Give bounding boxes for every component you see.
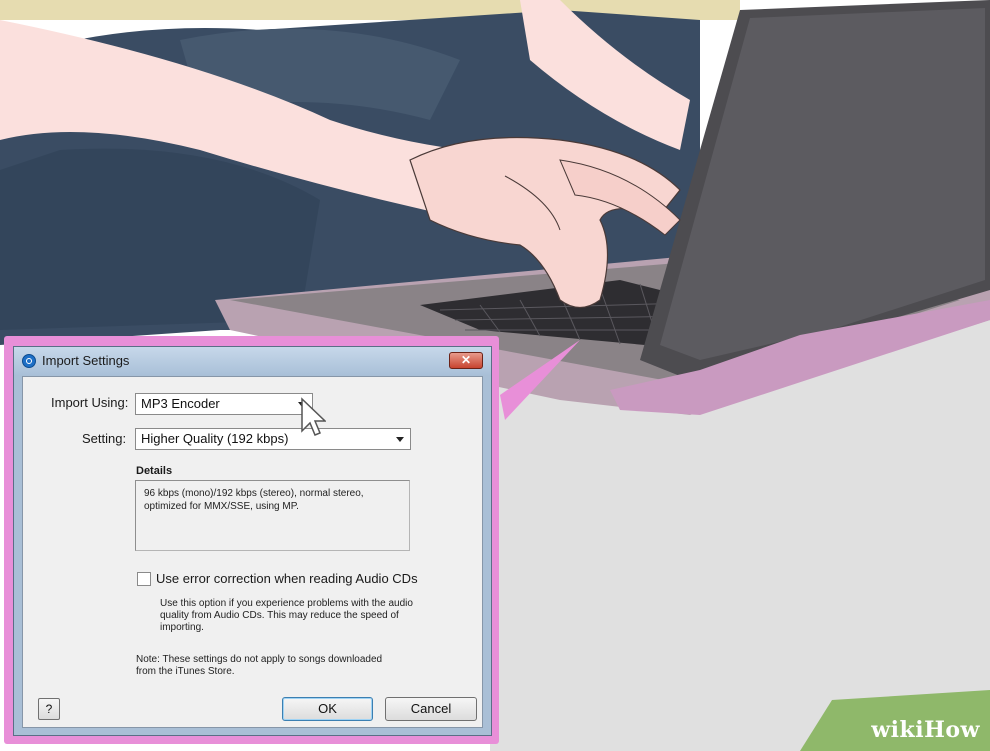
ok-button[interactable]: OK — [282, 697, 373, 721]
details-text-box: 96 kbps (mono)/192 kbps (stereo), normal… — [135, 480, 410, 551]
setting-label: Setting: — [82, 431, 127, 446]
setting-dropdown[interactable]: Higher Quality (192 kbps) — [135, 428, 411, 450]
setting-value: Higher Quality (192 kbps) — [141, 431, 289, 446]
close-button[interactable]: ✕ — [449, 352, 483, 369]
help-line-1: Use this option if you experience proble… — [160, 598, 413, 609]
help-line-2: quality from Audio CDs. This may reduce … — [160, 610, 399, 621]
import-settings-dialog: Import Settings ✕ Import Using: MP3 Enco… — [13, 346, 492, 736]
error-correction-checkbox[interactable] — [137, 572, 151, 586]
itunes-icon — [22, 354, 36, 368]
dialog-titlebar[interactable]: Import Settings ✕ — [14, 347, 491, 375]
wikihow-watermark: wikiHow — [810, 709, 990, 751]
error-correction-help: Use this option if you experience proble… — [160, 598, 413, 634]
error-correction-label[interactable]: Use error correction when reading Audio … — [156, 571, 418, 586]
chevron-down-icon — [396, 437, 404, 442]
dialog-client-area: Import Using: MP3 Encoder Setting: Highe… — [22, 376, 483, 728]
details-line-2: optimized for MMX/SSE, using MP. — [144, 501, 299, 512]
note-text: Note: These settings do not apply to son… — [136, 654, 382, 678]
import-using-label: Import Using: — [51, 395, 129, 410]
details-heading: Details — [136, 465, 173, 477]
pointer-cursor-icon — [301, 397, 326, 436]
note-line-2: from the iTunes Store. — [136, 666, 235, 677]
wikihow-logo: wikiHow — [871, 717, 980, 743]
dialog-title: Import Settings — [42, 353, 130, 368]
import-using-dropdown[interactable]: MP3 Encoder — [135, 393, 313, 415]
details-line-1: 96 kbps (mono)/192 kbps (stereo), normal… — [144, 488, 364, 499]
import-using-value: MP3 Encoder — [141, 396, 220, 411]
note-line-1: Note: These settings do not apply to son… — [136, 654, 383, 665]
cancel-button[interactable]: Cancel — [385, 697, 477, 721]
help-button[interactable]: ? — [38, 698, 60, 720]
help-line-3: importing. — [160, 622, 204, 633]
